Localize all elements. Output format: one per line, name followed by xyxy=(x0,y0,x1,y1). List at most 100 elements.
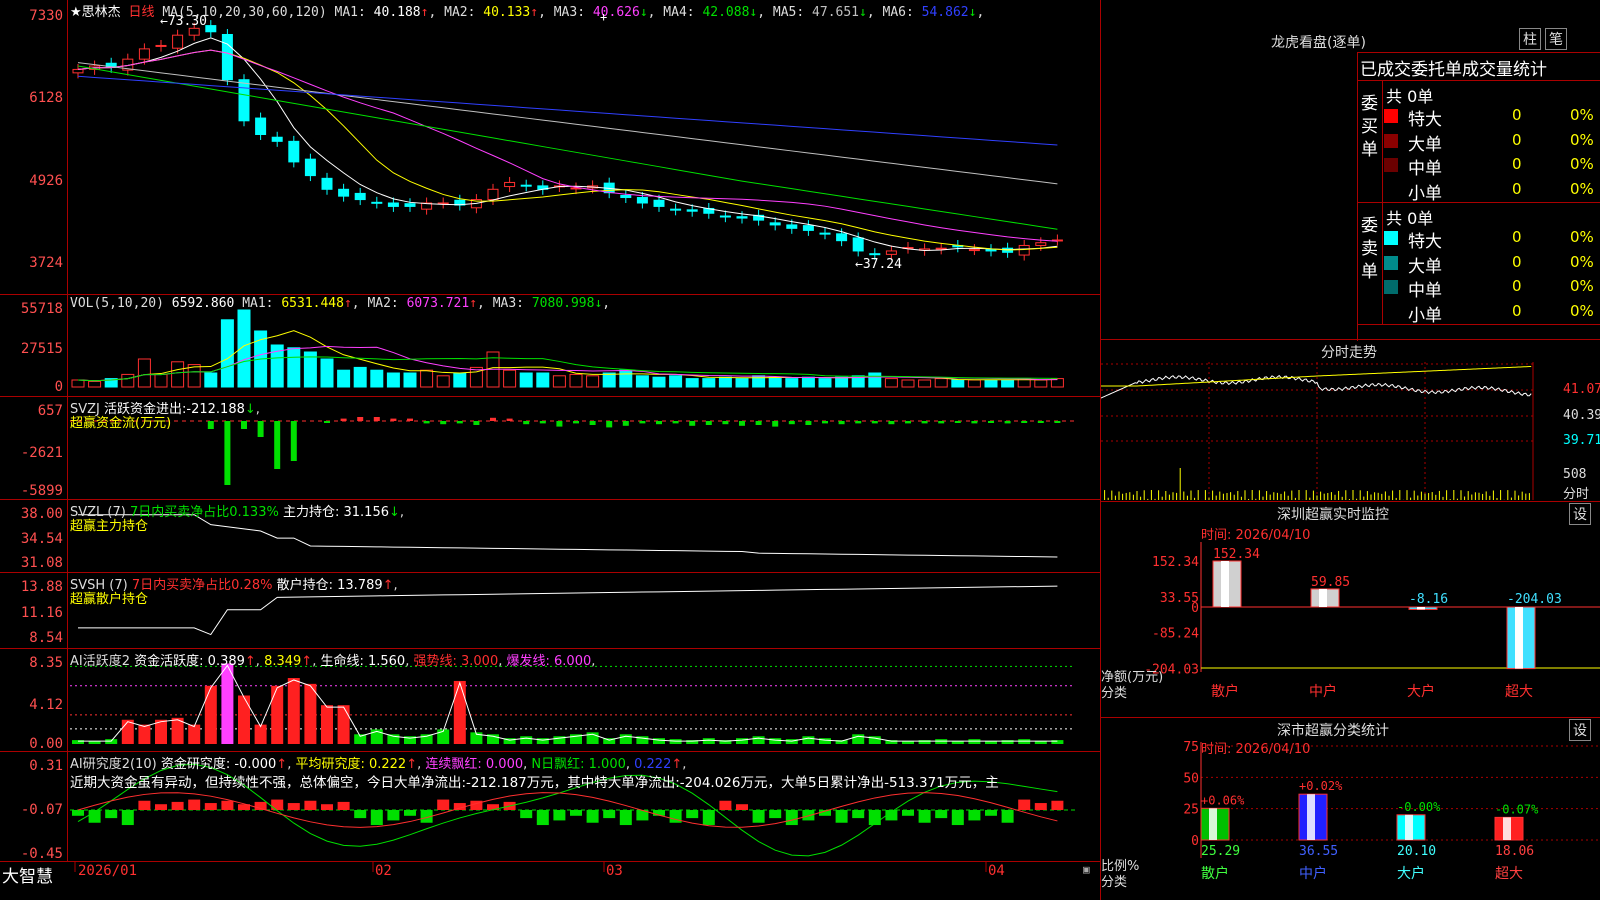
ai1-l5: 爆发线: xyxy=(506,654,550,669)
buy-row: 大单 0 0% xyxy=(1384,130,1600,155)
flow-bar xyxy=(871,421,878,424)
ai2-l3: 连续飘红: xyxy=(425,757,482,772)
research-bar xyxy=(121,810,134,826)
research-bar xyxy=(370,810,383,826)
lhb-panel: 龙虎看盘(逐单) 柱 笔 已成交委托单成交量统计 委买单 共 0单 特大 0 0% 大… xyxy=(1100,0,1600,341)
research-bar xyxy=(221,800,234,810)
svsh-pane[interactable]: 13.88 11.16 8.54 SVSH (7) 7日内买卖净占比0.28% … xyxy=(0,573,1100,649)
volume-bar xyxy=(586,375,600,388)
row-name: 特大 xyxy=(1408,232,1442,252)
volume-bar xyxy=(984,379,998,388)
ai2-v1: -0.000 xyxy=(234,757,277,772)
candle xyxy=(504,181,516,188)
kline-ma-label: MA5: xyxy=(765,5,813,20)
stock-name[interactable]: ★思林杰 xyxy=(70,5,121,20)
ai-activity-pane[interactable]: 8.35 4.12 0.00 AI活跃度2 资金活跃度: 0.389↑, 8.3… xyxy=(0,649,1100,752)
flow-bar xyxy=(274,421,281,469)
candle xyxy=(321,177,333,190)
flow-bar xyxy=(423,421,430,424)
price-line xyxy=(1101,374,1532,399)
volume-bar xyxy=(934,378,948,388)
svzl-value: 31.156 xyxy=(343,505,390,520)
research-bar xyxy=(902,810,914,816)
volume-bar xyxy=(669,375,683,388)
classify-ytick: 0 xyxy=(1191,834,1199,849)
research-bar xyxy=(951,810,964,826)
ai-research-pane[interactable]: 0.31 -0.07 -0.45 AI研究度2(10) 资金研究度: -0.00… xyxy=(0,752,1100,862)
volume-pane[interactable]: 55718 27515 0 VOL(5,10,20) 6592.860 MA1:… xyxy=(0,295,1100,397)
kline-ma-value: 47.651 xyxy=(812,5,860,20)
research-bar xyxy=(868,810,881,826)
kline-ma-sep: , xyxy=(866,5,875,20)
volume-bar xyxy=(220,319,234,388)
research-bar xyxy=(686,810,699,819)
candle xyxy=(636,197,648,204)
svzj-pane[interactable]: 657 -2621 -5899 SVZJ 活跃资金进出:-212.188↓, 超… xyxy=(0,397,1100,500)
volume-bar xyxy=(884,378,898,388)
activity-bar xyxy=(287,678,300,744)
volume-bar xyxy=(1001,379,1015,388)
kline-pane[interactable]: 7330 6128 4926 3724 ★思林杰 日线 MA(5,10,20,3… xyxy=(0,0,1100,295)
volume-bar xyxy=(137,358,151,388)
activity-bar xyxy=(736,738,748,744)
volume-bar xyxy=(835,376,849,388)
ai2-v2: 0.222 xyxy=(368,757,407,772)
flow-bar xyxy=(739,421,745,426)
svzl-pane[interactable]: 38.00 34.54 31.08 SVZL (7) 7日内买卖净占比0.133… xyxy=(0,500,1100,573)
flow-bar xyxy=(473,421,480,425)
vol-value: 6592.860 xyxy=(171,296,235,311)
row-pct: 0% xyxy=(1570,106,1594,124)
activity-bar xyxy=(271,685,284,744)
classify-value: 36.55 xyxy=(1299,844,1338,859)
flow-bar xyxy=(340,418,347,421)
activity-bar xyxy=(337,705,350,744)
candle xyxy=(819,232,831,235)
vol-ma-value: 6073.721 xyxy=(406,296,470,311)
kline-header: ★思林杰 日线 MA(5,10,20,30,60,120) MA1: 40.18… xyxy=(70,1,984,20)
classify-value: 25.29 xyxy=(1201,844,1240,859)
research-bar xyxy=(304,800,317,810)
flow-bar xyxy=(954,421,961,423)
research-bar xyxy=(1001,810,1014,823)
flow-bar xyxy=(672,421,679,424)
tick-view-button[interactable]: 笔 xyxy=(1545,28,1567,50)
monitor-category: 超大 xyxy=(1505,684,1533,700)
row-pct: 0% xyxy=(1570,277,1594,295)
research-bar xyxy=(188,799,201,810)
flow-bar xyxy=(556,421,563,427)
monitor-category: 中户 xyxy=(1309,683,1337,700)
kline-ma-sep: , xyxy=(757,5,766,20)
bar-view-button[interactable]: 柱 xyxy=(1519,28,1541,50)
research-bar xyxy=(785,810,798,826)
period-label[interactable]: 日线 xyxy=(128,5,154,20)
ai1-v4: 3.000 xyxy=(461,654,499,669)
flow-bar xyxy=(656,421,662,425)
ai2-l2: 平均研究度: xyxy=(295,757,365,772)
vol-ma-value: 7080.998 xyxy=(531,296,595,311)
activity-bar xyxy=(138,724,151,744)
lhb-table: 已成交委托单成交量统计 委买单 共 0单 特大 0 0% 大单 0 0% 中单 0 0% 小单 0 0… xyxy=(1357,52,1600,341)
classify-value: 18.06 xyxy=(1495,844,1534,859)
row-pct: 0% xyxy=(1570,252,1594,271)
candlestick-chart[interactable] xyxy=(0,0,1100,295)
research-bar xyxy=(619,810,632,826)
research-bar xyxy=(105,810,118,819)
vol-ma-value: 6531.448 xyxy=(281,296,344,311)
research-bar xyxy=(570,810,582,816)
classify-ytick: 50 xyxy=(1183,771,1199,786)
ai1-v1: 0.389 xyxy=(207,654,245,669)
row-name: 小单 xyxy=(1408,183,1442,204)
research-bar xyxy=(171,801,184,810)
research-bar xyxy=(1051,800,1064,810)
classify-change: +0.06% xyxy=(1201,793,1245,807)
candle xyxy=(172,34,184,49)
candle xyxy=(869,253,881,256)
volume-bar xyxy=(519,372,533,388)
volume-bar xyxy=(204,372,218,388)
intraday-chart[interactable] xyxy=(1101,340,1600,502)
candle xyxy=(188,27,200,36)
volume-bar xyxy=(436,375,450,388)
intraday-panel[interactable]: 分时走势 41.07 40.39 39.71 508 分时 xyxy=(1100,340,1600,502)
candle xyxy=(288,140,300,163)
classify-bar-shine xyxy=(1503,817,1511,840)
